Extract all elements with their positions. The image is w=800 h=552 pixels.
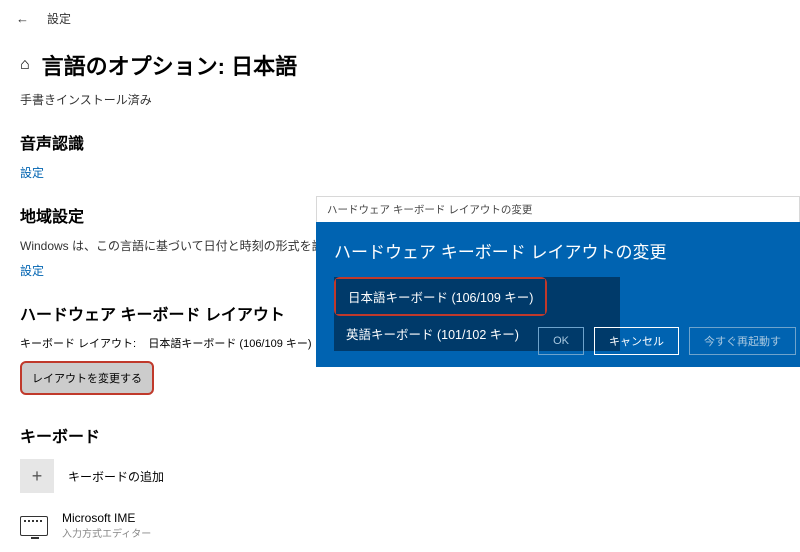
cancel-button[interactable]: キャンセル xyxy=(594,327,679,355)
speech-heading: 音声認識 xyxy=(0,122,800,160)
restart-button[interactable]: 今すぐ再起動す xyxy=(689,327,796,355)
add-keyboard-label: キーボードの追加 xyxy=(68,468,164,485)
change-layout-button[interactable]: レイアウトを変更する xyxy=(20,361,154,395)
dialog-buttons: OK キャンセル 今すぐ再起動す xyxy=(538,327,800,355)
speech-settings-link[interactable]: 設定 xyxy=(0,160,800,195)
dropdown-option-jp[interactable]: 日本語キーボード (106/109 キー) xyxy=(336,279,545,314)
page-subtitle: 手書きインストール済み xyxy=(0,87,800,122)
add-keyboard-row[interactable]: + キーボードの追加 xyxy=(0,453,800,499)
back-arrow-icon[interactable]: ← xyxy=(16,11,29,26)
header-title: 設定 xyxy=(47,10,71,27)
plus-icon[interactable]: + xyxy=(20,459,54,493)
ime-name: Microsoft IME xyxy=(62,511,151,525)
page-title-row: ⌂ 言語のオプション: 日本語 xyxy=(0,37,800,87)
ime-row[interactable]: Microsoft IME 入力方式エディター xyxy=(0,499,800,552)
home-icon[interactable]: ⌂ xyxy=(20,56,30,74)
ok-button[interactable]: OK xyxy=(538,327,584,355)
ime-texts: Microsoft IME 入力方式エディター xyxy=(62,511,151,540)
header: ← 設定 xyxy=(0,0,800,37)
dialog-heading: ハードウェア キーボード レイアウトの変更 xyxy=(334,238,782,263)
page-title: 言語のオプション: 日本語 xyxy=(42,49,297,81)
dialog-titlebar[interactable]: ハードウェア キーボード レイアウトの変更 xyxy=(316,196,800,222)
kb-layout-label: キーボード レイアウト: xyxy=(20,338,136,350)
kb-layout-value: 日本語キーボード (106/109 キー) xyxy=(148,338,311,350)
dialog: ハードウェア キーボード レイアウトの変更 ハードウェア キーボード レイアウト… xyxy=(316,196,800,367)
dialog-body: ハードウェア キーボード レイアウトの変更 日本語キーボード (106/109 … xyxy=(316,222,800,367)
keyboard-heading: キーボード xyxy=(0,401,800,453)
